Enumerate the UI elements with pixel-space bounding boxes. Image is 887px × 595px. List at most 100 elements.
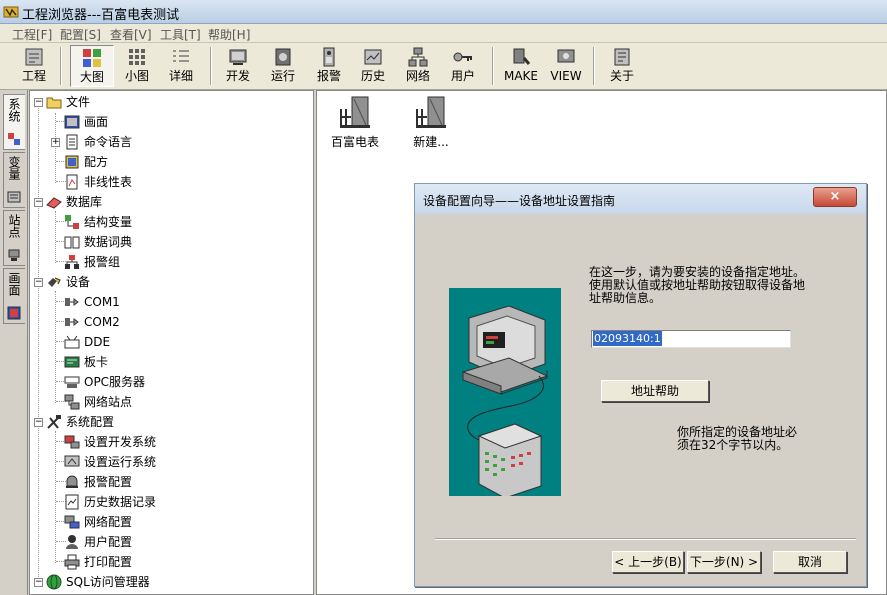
small-icons-icon [129,49,145,65]
tree-expander[interactable]: − [34,578,43,587]
tab-screens[interactable]: 画面 [3,268,25,324]
user-key-icon [453,52,472,62]
toolbar-separator [492,47,494,85]
toolbar-user-button[interactable]: 用户 [443,45,483,87]
history-record-icon [65,494,79,510]
toolbar: 工程 大图 小图 详细 开发 运行 报警 历史 网络 用户 MAKE VIEW … [0,43,887,90]
tree-line [38,105,39,585]
about-icon [614,48,630,66]
cancel-button[interactable]: 取消 [773,551,847,573]
tree-line [55,211,56,263]
dde-icon [64,335,80,349]
toolbar-large-icons-button[interactable]: 大图 [70,45,114,87]
dialog-body: 在这一步，请为要安装的设备指定地址。 使用默认值或按地址帮助按钮取得设备地 址帮… [425,222,856,536]
details-icon [173,50,189,62]
develop-icon [229,49,247,65]
address-help-button[interactable]: 地址帮助 [601,380,709,402]
dev-settings-icon [64,435,80,449]
folder-icon [46,97,62,109]
menu-tools[interactable]: 工具[T] [160,26,201,43]
back-button[interactable]: < 上一步(B) [612,551,684,573]
device-address-input[interactable]: 02093140:1 [591,330,791,348]
dialog-title-bar: 设备配置向导——设备地址设置指南 × [415,184,866,214]
user-icon [66,535,78,549]
instruction-line-3: 址帮助信息。 [589,291,662,305]
menu-project[interactable]: 工程[F] [12,26,52,43]
title-bar: 工程浏览器---百富电表测试 [0,0,887,24]
tab-stations[interactable]: 站点 [3,210,25,266]
alarm-group-icon [65,255,79,269]
board-icon [64,356,80,368]
window-title: 工程浏览器---百富电表测试 [22,8,180,23]
new-project-icon [416,96,446,128]
devices-icon [48,277,61,287]
tree-expander[interactable]: + [51,138,60,147]
toolbar-network-button[interactable]: 网络 [398,45,438,87]
toolbar-develop-button[interactable]: 开发 [218,45,258,87]
menu-help[interactable]: 帮助[H] [208,26,250,43]
dialog-divider [435,538,856,540]
table-icon [66,174,78,190]
toolbar-make-button[interactable]: MAKE [500,45,542,87]
screen-icon [64,115,80,129]
book-icon [64,236,80,249]
variables-icon [7,191,21,203]
close-button[interactable]: × [813,187,857,207]
toolbar-view-button[interactable]: VIEW [546,45,586,87]
project-icon [25,48,43,66]
toolbar-alarm-button[interactable]: 报警 [309,45,349,87]
tree-line [55,113,56,183]
toolbar-separator [593,47,595,85]
wizard-illustration [449,288,561,499]
project-item-baifu-meter[interactable]: 百富电表 [325,95,385,150]
station-icon [8,249,20,261]
struct-icon [65,215,79,229]
printer-icon [64,554,80,570]
tree-expander[interactable]: − [34,198,43,207]
side-tab-strip: 系统 变量 站点 画面 [0,90,28,595]
menu-view[interactable]: 查看[V] [110,26,152,43]
tree-expander[interactable]: − [34,98,43,107]
tab-variables[interactable]: 变量 [3,152,25,208]
toolbar-separator [210,47,212,85]
document-icon [66,134,78,150]
project-icon [340,96,370,128]
tree-line [55,291,56,403]
screen-icon [7,306,21,320]
large-icons-icon [83,49,101,67]
address-note-line-2: 须在32个字节以内。 [677,438,789,452]
network-icon [408,47,428,67]
device-config-dialog: 设备配置向导——设备地址设置指南 × 在这一步，请为要安装的设备指定地址。 使用… [414,183,867,587]
database-icon [46,197,62,209]
toolbar-about-button[interactable]: 关于 [602,45,642,87]
opc-icon [64,376,80,388]
toolbar-details-button[interactable]: 详细 [161,45,201,87]
run-icon [275,48,291,66]
history-icon [364,49,382,65]
alarm-config-icon [66,475,78,488]
menu-config[interactable]: 配置[S] [60,26,101,43]
serial-port-icon [65,318,79,326]
menu-bar: 工程[F] 配置[S] 查看[V] 工具[T] 帮助[H] [0,24,887,43]
tree-expander[interactable]: − [34,418,43,427]
dialog-title: 设备配置向导——设备地址设置指南 [423,194,616,208]
alarm-icon [323,47,335,67]
make-icon [513,48,531,65]
project-item-new[interactable]: 新建... [401,95,461,150]
tools-icon [47,415,61,429]
toolbar-project-button[interactable]: 工程 [14,45,54,87]
computer-device-illustration [461,305,549,499]
toolbar-run-button[interactable]: 运行 [263,45,303,87]
project-tree: − 文件 画面 + 命令语言 配方 非线性表 − 数据库 结构变量 数据词典 报… [29,90,314,595]
tree-expander[interactable]: − [34,278,43,287]
tab-system[interactable]: 系统 [3,94,25,150]
serial-port-icon [65,298,79,306]
toolbar-history-button[interactable]: 历史 [353,45,393,87]
device-address-value: 02093140:1 [593,331,662,346]
recipe-icon [65,155,79,169]
system-icon [8,133,20,145]
next-button[interactable]: 下一步(N) > [687,551,761,573]
toolbar-separator [60,47,62,85]
tree-line [55,431,56,563]
toolbar-small-icons-button[interactable]: 小图 [117,45,157,87]
